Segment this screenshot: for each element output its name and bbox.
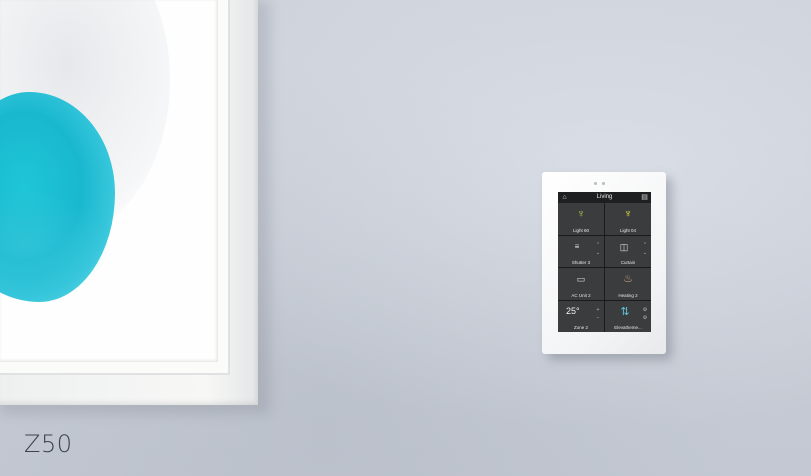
tile-label: Curtain bbox=[620, 260, 636, 265]
tile-zone-2[interactable]: 25° + − Zone 2 bbox=[558, 300, 604, 332]
tile-label: Heating 2 bbox=[618, 292, 638, 298]
home-icon[interactable]: ⌂ bbox=[561, 194, 568, 201]
artwork-canvas bbox=[0, 0, 218, 362]
settings-icons[interactable]: ⚙ ⚙ bbox=[642, 306, 648, 322]
tile-heating-2[interactable]: ♨ Heating 2 bbox=[605, 268, 651, 300]
sensor-dot bbox=[602, 182, 605, 185]
tile-label: Light 04 bbox=[619, 227, 636, 233]
lamp-icon: ♆ bbox=[623, 208, 633, 220]
tile-label: Shutter 3 bbox=[571, 260, 591, 265]
zone-temperature: 25° bbox=[566, 305, 580, 316]
tile-label: AC Unit 2 bbox=[571, 292, 591, 298]
tile-ac-unit-2[interactable]: ▭ AC Unit 2 bbox=[558, 268, 604, 300]
screen-header: ⌂ Living ▤ bbox=[558, 192, 651, 203]
tile-light-60[interactable]: ♆ Light 60 bbox=[558, 203, 604, 235]
wall-control-panel: ⌂ Living ▤ ♆ Light 60 ♆ Light 04 ≡ ⌃ ⌄ Sh… bbox=[542, 172, 666, 354]
tile-label: Zone 2 bbox=[573, 325, 588, 330]
room-title: Living bbox=[596, 194, 613, 200]
tile-curtain[interactable]: ◫ ⌃ ⌄ Curtain bbox=[605, 235, 651, 267]
tile-elevatheme[interactable]: ⇅ ⚙ ⚙ Elevatheme... bbox=[605, 300, 651, 332]
lamp-icon: ♆ bbox=[576, 208, 586, 220]
tile-light-04[interactable]: ♆ Light 04 bbox=[605, 203, 651, 235]
frame-inner-step bbox=[0, 0, 230, 375]
touch-screen[interactable]: ⌂ Living ▤ ♆ Light 60 ♆ Light 04 ≡ ⌃ ⌄ Sh… bbox=[558, 192, 651, 332]
picture-frame bbox=[0, 0, 258, 405]
tile-label: Elevatheme... bbox=[614, 325, 642, 330]
heating-icon: ♨ bbox=[623, 273, 633, 285]
tile-grid: ♆ Light 60 ♆ Light 04 ≡ ⌃ ⌄ Shutter 3 ◫ ⌃… bbox=[558, 203, 651, 332]
sensor-dot bbox=[594, 182, 597, 185]
tile-label: Light 60 bbox=[572, 227, 589, 233]
up-down-arrows-icon[interactable]: ⌃ ⌄ bbox=[642, 241, 648, 257]
menu-icon[interactable]: ▤ bbox=[641, 194, 648, 201]
product-caption: Z50 bbox=[24, 430, 73, 458]
ac-unit-icon: ▭ bbox=[576, 274, 586, 284]
